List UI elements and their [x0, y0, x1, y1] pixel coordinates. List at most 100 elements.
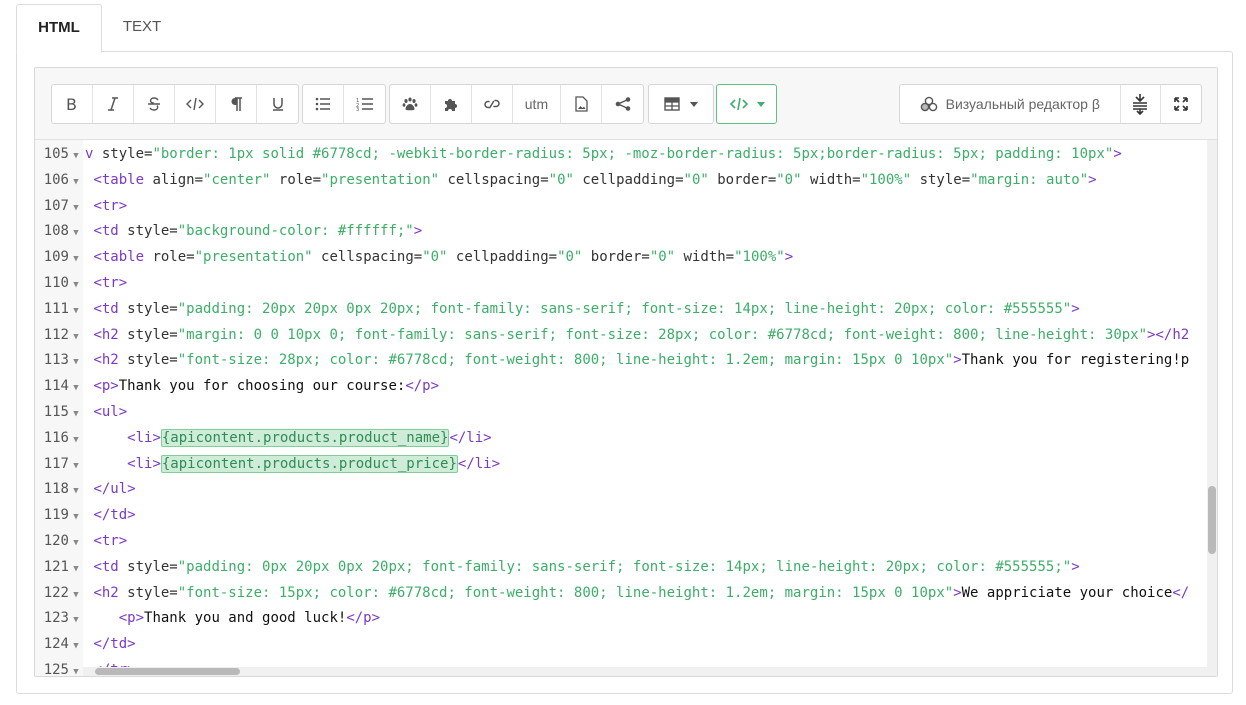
code-line[interactable]: 118 ▼ </ul> — [35, 477, 1217, 503]
code-line[interactable]: 111 ▼ <td style="padding: 20px 20px 0px 2… — [35, 297, 1217, 323]
code-line[interactable]: 115 ▼ <ul> — [35, 400, 1217, 426]
code-token: width= — [675, 249, 735, 266]
visual-editor-label: Визуальный редактор β — [945, 96, 1100, 112]
code-line[interactable]: 117 ▼ <li>{apicontent.products.product_pr… — [35, 452, 1217, 478]
fold-arrow-icon[interactable]: ▼ — [69, 505, 83, 531]
code-token: style= — [127, 300, 178, 317]
fold-arrow-icon[interactable]: ▼ — [69, 583, 83, 609]
fold-arrow-icon[interactable]: ▼ — [69, 428, 83, 454]
code-token: style= — [127, 558, 178, 575]
code-line[interactable]: 114 ▼ <p>Thank you for choosing our cours… — [35, 374, 1217, 400]
utm-button[interactable]: utm — [513, 85, 562, 123]
line-number: 121 — [43, 558, 69, 575]
code-token: Thank you for registering!p — [961, 352, 1190, 369]
code-line[interactable]: 120 ▼ <tr> — [35, 529, 1217, 555]
code-line[interactable]: 122 ▼ <h2 style="font-size: 15px; color: … — [35, 581, 1217, 607]
code-line[interactable]: 113 ▼ <h2 style="font-size: 28px; color: … — [35, 348, 1217, 374]
code-token: <h2 — [93, 584, 128, 601]
code-line[interactable]: 121 ▼ <td style="padding: 0px 20px 0px 20… — [35, 555, 1217, 581]
list-group: 123 — [302, 84, 386, 124]
table-button[interactable] — [649, 85, 713, 123]
code-token: "margin: 0 0 10px 0; font-family: sans-s… — [177, 326, 1148, 343]
code-line-source: <table align="center" role="presentation… — [85, 168, 1096, 194]
underline-button[interactable] — [257, 85, 298, 123]
document-button[interactable] — [561, 85, 603, 123]
code-line-source: </td> — [85, 503, 135, 529]
code-line[interactable]: 106 ▼ <table align="center" role="present… — [35, 168, 1217, 194]
fold-arrow-icon[interactable]: ▼ — [69, 273, 83, 299]
fold-arrow-icon[interactable]: ▼ — [69, 221, 83, 247]
line-number: 109 — [43, 249, 69, 266]
code-line[interactable]: 112 ▼ <h2 style="margin: 0 0 10px 0; font… — [35, 323, 1217, 349]
fold-arrow-icon[interactable]: ▼ — [69, 376, 83, 402]
horizontal-scroll-thumb[interactable] — [95, 668, 240, 675]
inline-code-button[interactable] — [175, 85, 216, 123]
code-line[interactable]: 116 ▼ <li>{apicontent.products.product_na… — [35, 426, 1217, 452]
code-line[interactable]: 108 ▼ <td style="background-color: #fffff… — [35, 219, 1217, 245]
code-token: We appriciate your choice — [961, 584, 1173, 601]
fold-arrow-icon[interactable]: ▼ — [69, 350, 83, 376]
code-token: "padding: 0px 20px 0px 20px; font-family… — [177, 558, 1072, 575]
fold-arrow-icon[interactable]: ▼ — [69, 660, 83, 676]
fold-arrow-icon[interactable]: ▼ — [69, 325, 83, 351]
source-code-toggle[interactable] — [716, 84, 777, 124]
fold-arrow-icon[interactable]: ▼ — [69, 531, 83, 557]
code-line-source: <ul> — [85, 400, 127, 426]
code-token: <tr> — [93, 197, 128, 214]
code-token: style= — [911, 171, 971, 188]
fold-arrow-icon[interactable]: ▼ — [69, 144, 83, 170]
line-number: 116 — [43, 429, 69, 446]
tab-text[interactable]: TEXT — [102, 4, 182, 50]
tab-html[interactable]: HTML — [16, 4, 102, 53]
code-line[interactable]: 110 ▼ <tr> — [35, 271, 1217, 297]
bulleted-list-button[interactable] — [303, 85, 344, 123]
code-area[interactable]: 105 ▼ v style="border: 1px solid #6778cd; … — [35, 140, 1217, 676]
fold-arrow-icon[interactable]: ▼ — [69, 196, 83, 222]
fold-arrow-icon[interactable]: ▼ — [69, 247, 83, 273]
code-line[interactable]: 124 ▼ </td> — [35, 632, 1217, 658]
code-line[interactable]: 123 ▼ <p>Thank you and good luck!</p> — [35, 606, 1217, 632]
fold-arrow-icon[interactable]: ▼ — [69, 402, 83, 428]
vertical-scroll-thumb[interactable] — [1208, 486, 1216, 554]
code-token: "background-color: #ffffff;" — [177, 223, 414, 240]
code-line[interactable]: 107 ▼ <tr> — [35, 194, 1217, 220]
code-token: > — [413, 223, 423, 240]
code-token: "0" — [649, 249, 676, 266]
chevron-down-icon — [690, 101, 698, 107]
italic-button[interactable] — [93, 85, 134, 123]
horizontal-scrollbar[interactable] — [83, 667, 1209, 676]
code-line[interactable]: 119 ▼ </td> — [35, 503, 1217, 529]
fold-arrow-icon[interactable]: ▼ — [69, 608, 83, 634]
fold-arrow-icon[interactable]: ▼ — [69, 557, 83, 583]
code-line[interactable]: 105 ▼ v style="border: 1px solid #6778cd; … — [35, 142, 1217, 168]
line-number: 125 — [43, 662, 69, 676]
vertical-scrollbar[interactable] — [1207, 140, 1217, 676]
fullscreen-button[interactable] — [1161, 85, 1201, 123]
share-button[interactable] — [602, 85, 643, 123]
paragraph-button[interactable] — [216, 85, 257, 123]
code-token: "0" — [422, 249, 448, 266]
link-button[interactable] — [472, 85, 513, 123]
code-token: align= — [152, 171, 204, 188]
visual-editor-button[interactable]: Визуальный редактор β — [900, 85, 1121, 123]
line-number: 122 — [43, 584, 69, 601]
fold-arrow-icon[interactable]: ▼ — [69, 454, 83, 480]
code-line[interactable]: 109 ▼ <table role="presentation" cellspac… — [35, 245, 1217, 271]
code-token: <table — [93, 171, 153, 188]
fold-arrow-icon[interactable]: ▼ — [69, 170, 83, 196]
bold-icon: B — [66, 96, 77, 112]
code-token: <td — [93, 223, 128, 240]
wrap-lines-button[interactable] — [1121, 85, 1162, 123]
fold-arrow-icon[interactable]: ▼ — [69, 479, 83, 505]
paw-button[interactable] — [390, 85, 431, 123]
numbered-list-button[interactable]: 123 — [344, 85, 385, 123]
fold-arrow-icon[interactable]: ▼ — [69, 299, 83, 325]
strikethrough-button[interactable] — [134, 85, 175, 123]
fold-arrow-icon[interactable]: ▼ — [69, 634, 83, 660]
line-number: 108 — [43, 223, 69, 240]
plugin-button[interactable] — [431, 85, 472, 123]
bold-button[interactable]: B — [52, 85, 93, 123]
code-line-source: <table role="presentation" cellspacing="… — [85, 245, 793, 271]
code-token: <li> — [127, 455, 161, 472]
